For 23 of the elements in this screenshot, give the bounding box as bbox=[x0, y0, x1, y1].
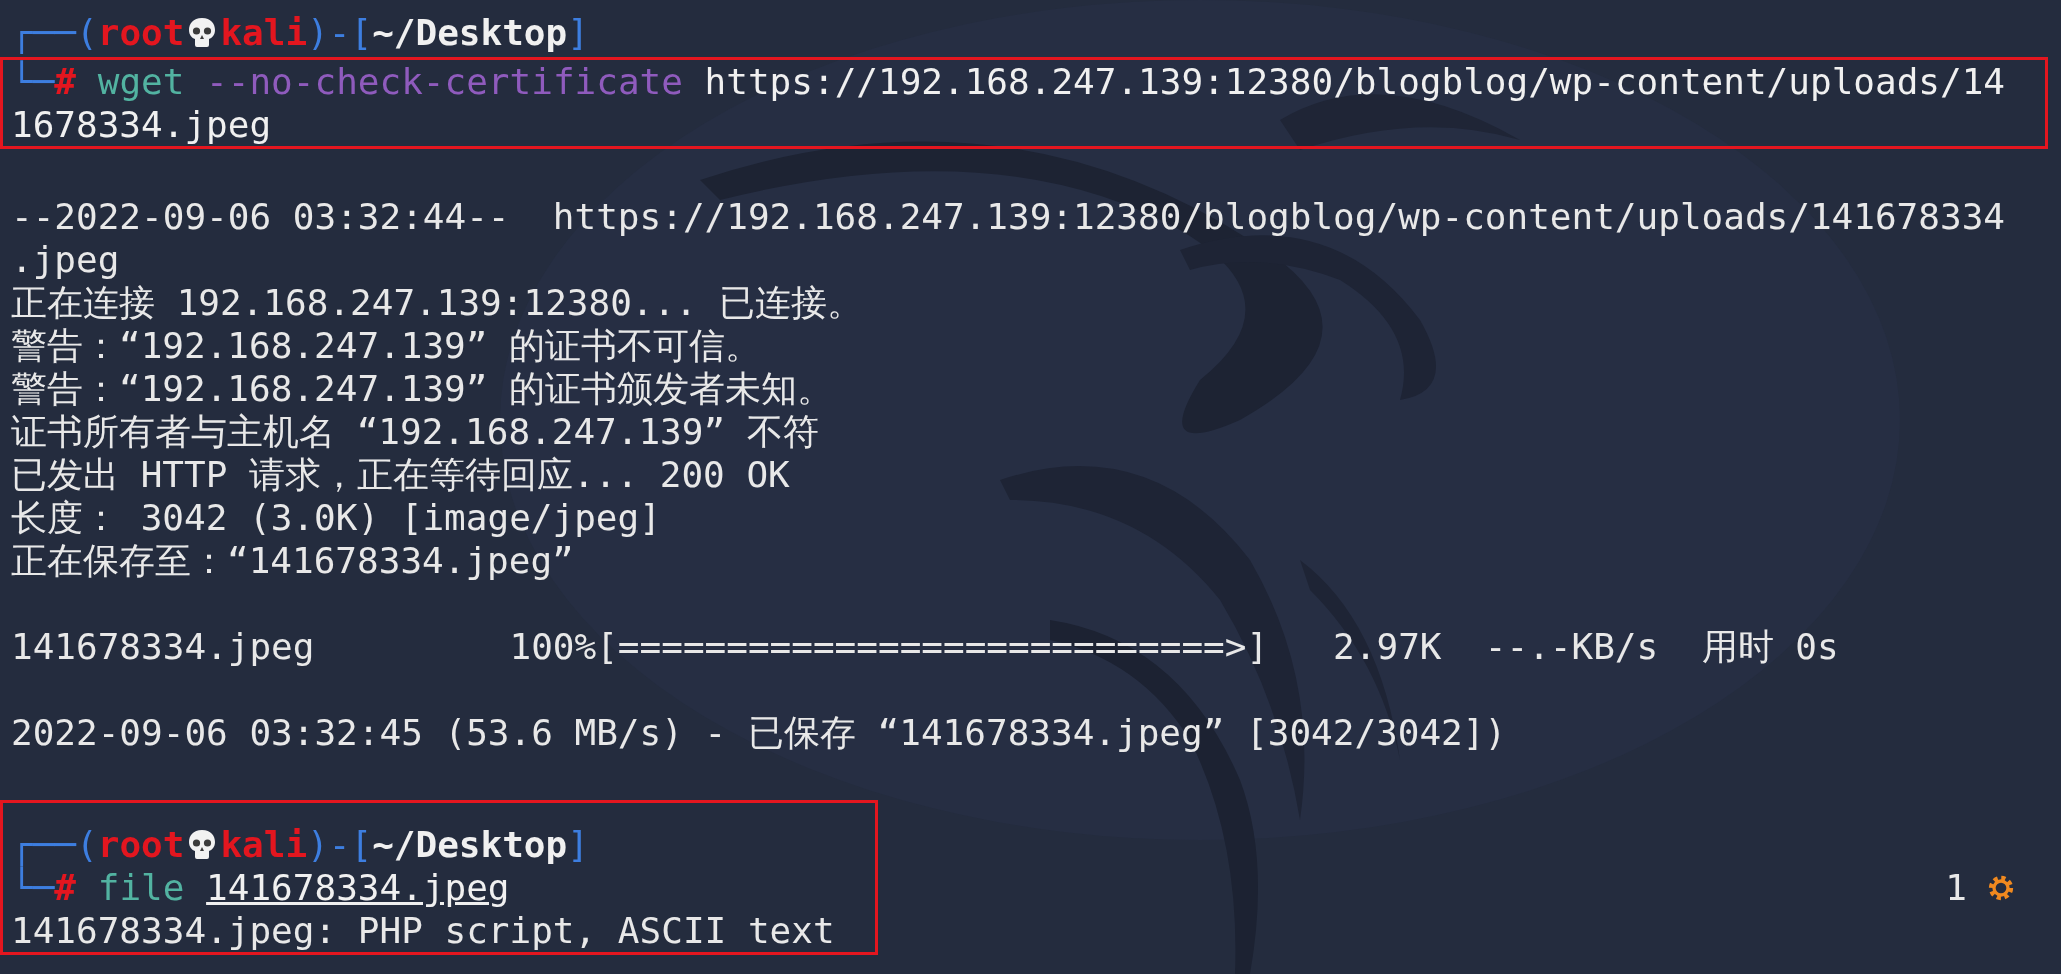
gear-icon bbox=[1987, 873, 2015, 902]
prompt-text: kali)-[~/Desktop] bbox=[220, 823, 589, 866]
output-line: 证书所有者与主机名 “192.168.247.139” 不符 bbox=[11, 410, 819, 453]
output-line: --2022-09-06 03:32:44-- https://192.168.247.139:12380/blogblog/wp-content/uploads/141678334 bbox=[11, 195, 2005, 238]
output-line: 正在连接 192.168.247.139:12380... 已连接。 bbox=[11, 281, 863, 324]
command-line: └─# wget --no-check-certificate https://192.168.247.139:12380/blogblog/wp-content/uploads/14 bbox=[11, 60, 2006, 103]
output-line: 正在保存至：“141678334.jpeg” bbox=[11, 539, 574, 582]
prompt-text: kali)-[~/Desktop] bbox=[220, 11, 589, 54]
output-line: 2022-09-06 03:32:45 (53.6 MB/s) - 已保存 “141678334.jpeg” [3042/3042]) bbox=[11, 711, 1507, 754]
output-line: 长度： 3042 (3.0K) [image/jpeg] bbox=[11, 496, 661, 539]
output-line: 已发出 HTTP 请求，正在等待回应... 200 OK bbox=[11, 453, 790, 496]
output-line: 警告：“192.168.247.139” 的证书不可信。 bbox=[11, 324, 762, 367]
prompt-text: ┌──(root bbox=[11, 823, 185, 866]
skull-icon bbox=[187, 827, 218, 862]
output-line: 警告：“192.168.247.139” 的证书颁发者未知。 bbox=[11, 367, 834, 410]
job-count: 1 bbox=[1945, 866, 1967, 909]
command-line: └─# file 141678334.jpeg bbox=[11, 866, 510, 909]
output-line: .jpeg bbox=[11, 238, 120, 281]
output-line: 1678334.jpeg bbox=[11, 103, 272, 146]
output-line: 141678334.jpeg: PHP script, ASCII text bbox=[11, 909, 835, 952]
skull-icon bbox=[187, 15, 218, 50]
prompt-text: ┌──(root bbox=[11, 11, 185, 54]
output-line: 141678334.jpeg 100%[============================>] 2.97K --.-KB/s 用时 0s bbox=[11, 625, 1839, 668]
